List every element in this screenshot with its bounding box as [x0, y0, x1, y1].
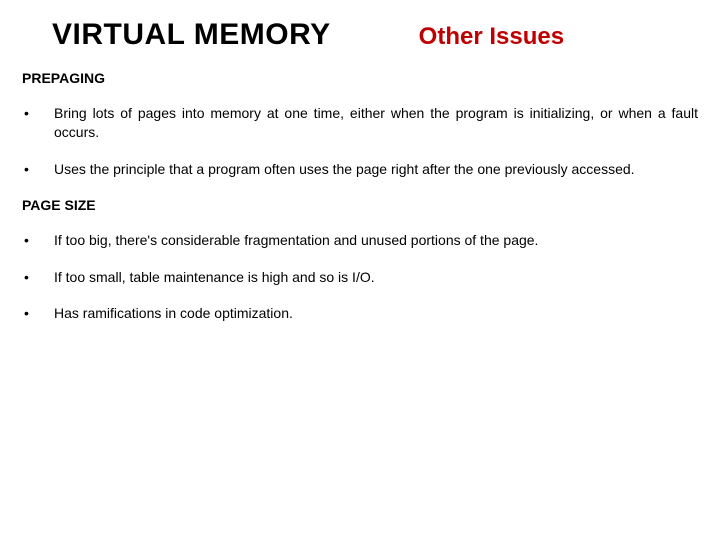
bullet-text: If too big, there's considerable fragmen…: [54, 231, 698, 250]
list-item: • If too small, table maintenance is hig…: [22, 268, 698, 287]
section-heading-prepaging: PREPAGING: [22, 70, 698, 86]
bullet-icon: •: [22, 104, 54, 142]
bullet-list-pagesize: • If too big, there's considerable fragm…: [22, 231, 698, 324]
header-row: VIRTUAL MEMORY Other Issues: [22, 18, 698, 52]
bullet-list-prepaging: • Bring lots of pages into memory at one…: [22, 104, 698, 179]
page-subtitle: Other Issues: [419, 23, 564, 51]
bullet-icon: •: [22, 160, 54, 179]
bullet-text: If too small, table maintenance is high …: [54, 268, 698, 287]
bullet-text: Has ramifications in code optimization.: [54, 304, 698, 323]
bullet-text: Bring lots of pages into memory at one t…: [54, 104, 698, 142]
bullet-text: Uses the principle that a program often …: [54, 160, 698, 179]
page-title: VIRTUAL MEMORY: [52, 18, 331, 52]
list-item: • Has ramifications in code optimization…: [22, 304, 698, 323]
list-item: • Bring lots of pages into memory at one…: [22, 104, 698, 142]
section-heading-pagesize: PAGE SIZE: [22, 197, 698, 213]
bullet-icon: •: [22, 304, 54, 323]
list-item: • If too big, there's considerable fragm…: [22, 231, 698, 250]
bullet-icon: •: [22, 268, 54, 287]
slide: VIRTUAL MEMORY Other Issues PREPAGING • …: [0, 0, 720, 540]
list-item: • Uses the principle that a program ofte…: [22, 160, 698, 179]
bullet-icon: •: [22, 231, 54, 250]
